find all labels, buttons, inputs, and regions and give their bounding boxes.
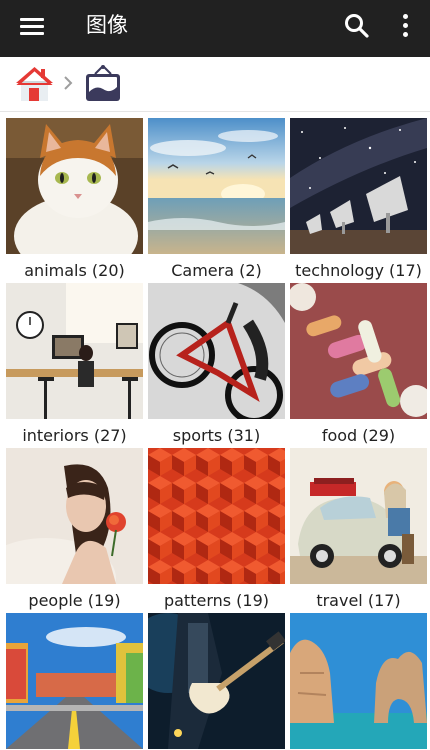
album-thumbnail-red-hexagon-pattern [148,448,285,584]
album-thumbnail-woman-with-flower [6,448,143,584]
album-grid: animals (20) Camera (2) technology (17) … [0,111,430,750]
album-thumbnail-macarons [290,283,427,419]
album-thumbnail-radio-telescopes [290,118,427,254]
breadcrumb [0,57,430,112]
album-thumbnail-vintage-car [290,448,427,584]
hamburger-menu-icon[interactable] [20,14,46,40]
album-label: sports (31) [172,426,261,445]
album-thumbnail-seascape [148,118,285,254]
album-label: travel (17) [316,591,401,610]
album-label: patterns (19) [163,591,270,610]
album-thumbnail-colorful-street [6,613,143,749]
more-vert-icon[interactable] [398,11,414,41]
album-label: Camera (2) [171,261,262,280]
chevron-right-icon [62,75,74,91]
album-label: technology (17) [295,261,422,280]
page-title: 图像 [86,13,128,37]
album-label: food (29) [321,426,396,445]
album-label: interiors (27) [22,426,127,445]
album-label: animals (20) [24,261,125,280]
app-bar: 图像 [0,0,430,57]
home-icon[interactable] [15,64,55,104]
album-thumbnail-cafe-interior [6,283,143,419]
album-label: people (19) [28,591,121,610]
album-thumbnail-bmx-rider [148,283,285,419]
search-icon[interactable] [343,12,371,40]
album-thumbnail-cat [6,118,143,254]
album-thumbnail-sea-arch [290,613,427,749]
album-thumbnail-guitar-player [148,613,285,749]
picture-album-icon[interactable] [83,65,123,103]
